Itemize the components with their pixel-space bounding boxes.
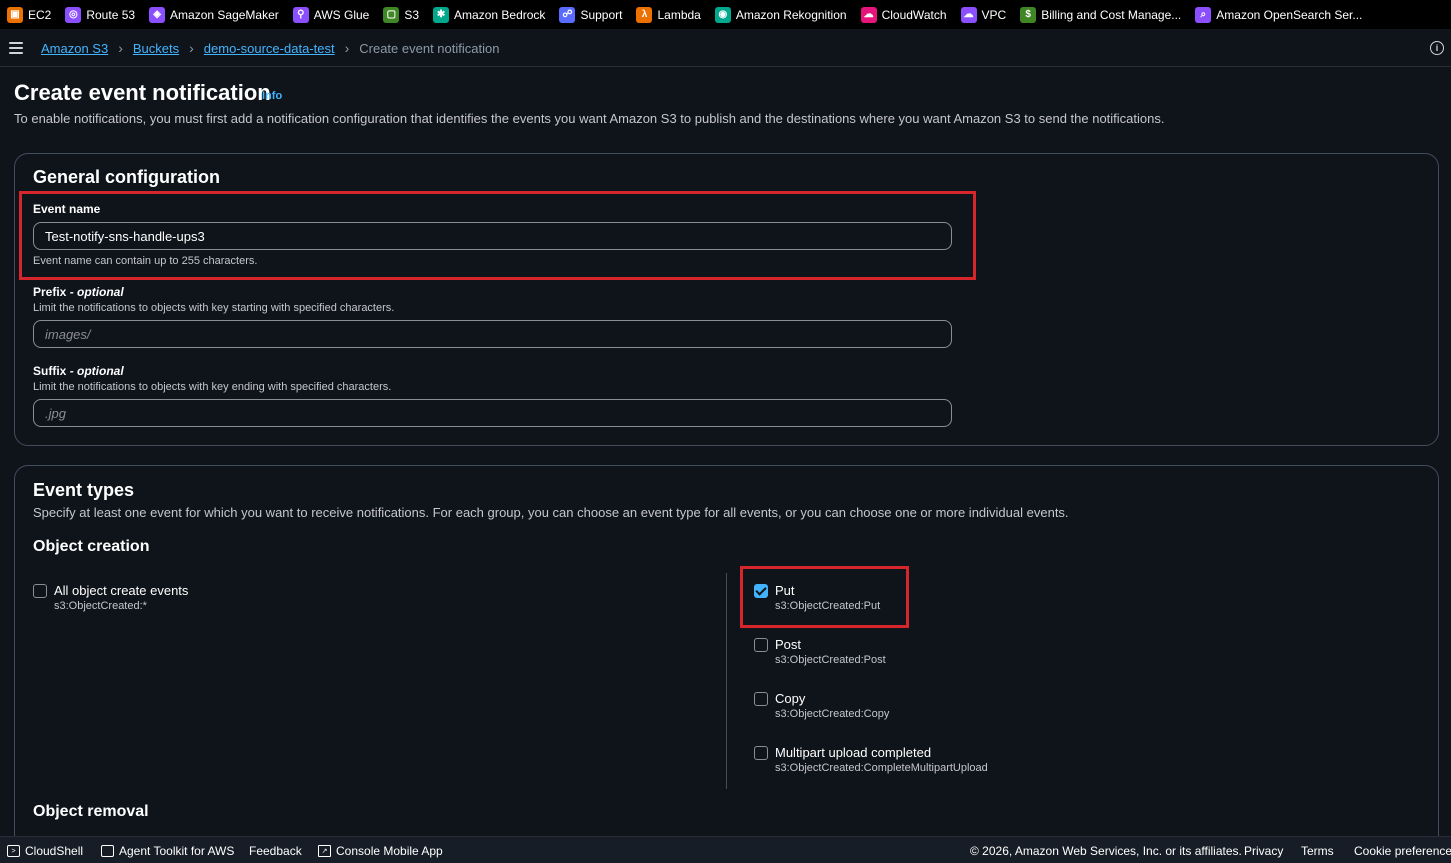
column-divider xyxy=(726,573,727,789)
general-configuration-title: General configuration xyxy=(33,167,221,187)
fav-rekognition[interactable]: ◉ Amazon Rekognition xyxy=(714,0,847,29)
chevron-right-icon: › xyxy=(189,40,194,56)
vpc-icon: ☁ xyxy=(960,6,977,23)
object-creation-title: Object creation xyxy=(33,538,150,555)
cloudwatch-icon: ☁ xyxy=(860,6,877,23)
all-object-create-label: All object create events xyxy=(54,583,189,598)
lambda-icon: λ xyxy=(636,6,653,23)
prefix-input[interactable]: images/ xyxy=(33,320,952,348)
chevron-right-icon: › xyxy=(344,40,350,56)
billing-icon: $ xyxy=(1020,6,1037,23)
ec2-icon: ▣ xyxy=(7,6,23,23)
all-object-create-checkbox[interactable] xyxy=(33,584,47,598)
post-label: Post xyxy=(775,637,802,652)
info-link[interactable]: Info xyxy=(262,90,282,102)
copy-sub: s3:ObjectCreated:Copy xyxy=(775,708,890,720)
bedrock-icon: ✱ xyxy=(433,6,450,23)
suffix-input[interactable]: .jpg xyxy=(33,399,952,427)
post-checkbox[interactable] xyxy=(754,638,768,652)
multipart-checkbox[interactable] xyxy=(754,746,768,760)
s3-icon: ▢ xyxy=(383,6,400,23)
external-link-icon: ↗ xyxy=(318,845,331,857)
favorites-bar: ▣ EC2 ◎ Route 53 ◈ Amazon SageMaker ⚲ AWS Gl… xyxy=(0,0,1451,29)
menu-icon[interactable] xyxy=(9,42,23,54)
terms-link[interactable]: Terms xyxy=(1301,844,1334,858)
fav-billing[interactable]: $ Billing and Cost Manage... xyxy=(1020,0,1181,29)
agent-toolkit-button[interactable]: Agent Toolkit for AWS xyxy=(101,844,234,858)
feedback-link[interactable]: Feedback xyxy=(249,844,302,858)
prefix-label: Prefix - optional xyxy=(33,285,124,299)
fav-lambda[interactable]: λ Lambda xyxy=(636,0,701,29)
page-title: Create event notification xyxy=(14,80,271,105)
event-types-title: Event types xyxy=(33,480,135,500)
fav-s3[interactable]: ▢ S3 xyxy=(383,0,419,29)
fav-cloudwatch[interactable]: ☁ CloudWatch xyxy=(860,0,947,29)
object-removal-title: Object removal xyxy=(33,803,149,820)
breadcrumb: Amazon S3 › Buckets › demo-source-data-t… xyxy=(41,40,499,56)
info-icon[interactable]: i xyxy=(1430,41,1444,55)
breadcrumb-current: Create event notification xyxy=(359,40,500,56)
fav-support[interactable]: ☍ Support xyxy=(559,0,622,29)
copyright: © 2026, Amazon Web Services, Inc. or its… xyxy=(970,844,1242,858)
breadcrumb-bar: Amazon S3 › Buckets › demo-source-data-t… xyxy=(0,29,1451,67)
copy-label: Copy xyxy=(775,691,806,706)
copy-checkbox[interactable] xyxy=(754,692,768,706)
multipart-sub: s3:ObjectCreated:CompleteMultipartUpload xyxy=(775,762,988,774)
suffix-hint: Limit the notifications to objects with … xyxy=(33,381,392,393)
chevron-right-icon: › xyxy=(118,40,123,56)
multipart-label: Multipart upload completed xyxy=(775,745,932,760)
fav-bedrock[interactable]: ✱ Amazon Bedrock xyxy=(433,0,545,29)
cookie-preferences-link[interactable]: Cookie preferences xyxy=(1354,844,1451,858)
route53-icon: ◎ xyxy=(65,6,82,23)
cloudshell-button[interactable]: > CloudShell xyxy=(7,844,83,858)
all-object-create-sub: s3:ObjectCreated:* xyxy=(54,600,147,612)
footer: > CloudShell Agent Toolkit for AWS Feedba… xyxy=(0,836,1451,863)
fav-ec2[interactable]: ▣ EC2 xyxy=(7,0,51,29)
fav-opensearch[interactable]: ⌕ Amazon OpenSearch Ser... xyxy=(1195,0,1362,29)
fav-sagemaker[interactable]: ◈ Amazon SageMaker xyxy=(149,0,279,29)
event-name-highlight xyxy=(19,191,976,280)
glue-icon: ⚲ xyxy=(292,6,309,23)
breadcrumb-buckets[interactable]: Buckets xyxy=(133,41,179,56)
terminal-icon: > xyxy=(7,845,20,857)
breadcrumb-amazon-s3[interactable]: Amazon S3 xyxy=(41,41,108,56)
support-icon: ☍ xyxy=(559,6,576,23)
window-icon xyxy=(101,845,114,857)
fav-route53[interactable]: ◎ Route 53 xyxy=(65,0,135,29)
rekognition-icon: ◉ xyxy=(714,6,731,23)
fav-vpc[interactable]: ☁ VPC xyxy=(960,0,1006,29)
mobile-app-link[interactable]: ↗ Console Mobile App xyxy=(318,844,443,858)
post-sub: s3:ObjectCreated:Post xyxy=(775,654,886,666)
page-description: To enable notifications, you must first … xyxy=(14,111,1165,126)
opensearch-icon: ⌕ xyxy=(1195,6,1212,23)
sagemaker-icon: ◈ xyxy=(149,6,166,23)
event-types-description: Specify at least one event for which you… xyxy=(33,505,1069,520)
breadcrumb-bucket[interactable]: demo-source-data-test xyxy=(204,41,335,56)
privacy-link[interactable]: Privacy xyxy=(1244,844,1283,858)
suffix-label: Suffix - optional xyxy=(33,364,124,378)
fav-glue[interactable]: ⚲ AWS Glue xyxy=(292,0,369,29)
prefix-hint: Limit the notifications to objects with … xyxy=(33,302,395,314)
put-highlight xyxy=(740,566,909,628)
